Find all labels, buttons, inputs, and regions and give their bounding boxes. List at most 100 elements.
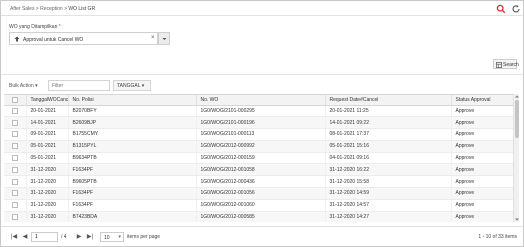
cell-request-date: 31-12-2020 15:58 — [325, 175, 452, 189]
required-mark: * — [58, 24, 61, 30]
table-row[interactable]: 31-12-2020 B9605PTB 1G0/WOG/2012-000436 … — [4, 175, 513, 189]
cell-tanggal: 31-12-2020 — [26, 175, 69, 189]
caret-down-icon: ▾ — [141, 83, 145, 89]
table-search-icon — [496, 62, 502, 68]
row-checkbox[interactable] — [4, 187, 27, 200]
cell-tanggal: 31-12-2020 — [26, 163, 69, 177]
row-checkbox[interactable] — [4, 199, 27, 212]
table-row[interactable]: 09-01-2021 B1755CMY 1G0/WOG/2101-000113 … — [4, 128, 513, 141]
table-row[interactable]: 31-12-2020 F1634PF 1G0/WOG/2012-001058 3… — [4, 163, 513, 177]
table-row[interactable]: 31-12-2020 F1634PF 1G0/WOG/2012-001060 3… — [4, 199, 513, 212]
chevron-down-icon — [162, 38, 167, 40]
cell-no-polisi: B1755CMY — [68, 128, 197, 141]
cell-tanggal: 05-01-2021 — [26, 140, 69, 153]
pager: |◀ ◀ / 4 ▶ ▶| 10 ▾ items per page 1 - 10… — [1, 226, 523, 246]
section-divider — [1, 74, 523, 75]
items-per-page-select[interactable]: 10 ▾ — [100, 232, 124, 242]
top-bar: After Sales > Reception > WO List GR — [1, 1, 523, 16]
table-row[interactable]: 14-01-2021 B2609BJP 1G0/WOG/2101-000196 … — [4, 116, 513, 130]
row-checkbox[interactable] — [4, 211, 27, 222]
column-header-request-date[interactable]: Request Date#Cancel — [325, 95, 452, 106]
cell-request-date: 14-01-2021 09:22 — [325, 116, 452, 130]
cell-request-date: 31-12-2020 14:27 — [325, 211, 452, 222]
breadcrumb-separator: > — [35, 6, 39, 12]
cell-tanggal: 20-01-2021 — [26, 105, 69, 118]
cell-tanggal: 31-12-2020 — [26, 211, 69, 222]
table-row[interactable]: 20-01-2021 B2070BFY 1G0/WOG/2101-000295 … — [4, 105, 513, 118]
cell-request-date: 31-12-2020 14:59 — [325, 187, 452, 200]
scroll-down-icon[interactable] — [514, 217, 520, 222]
cell-request-date: 04-01-2021 09:16 — [325, 152, 452, 165]
breadcrumb-item-after-sales[interactable]: After Sales — [10, 6, 34, 12]
table-row[interactable]: 31-12-2020 F1634PF 1G0/WOG/2012-001056 3… — [4, 187, 513, 200]
wo-list-table: TanggalWOCancel No. Polisi No. WO Reques… — [4, 94, 513, 222]
next-page-icon[interactable]: ▶ — [75, 233, 83, 241]
dropdown-toggle-button[interactable] — [158, 32, 170, 45]
column-header-status[interactable]: Status Approval — [451, 95, 513, 106]
breadcrumb-separator: > — [64, 6, 67, 12]
row-checkbox[interactable] — [4, 116, 27, 130]
bulk-action-menu[interactable]: Bulk Action ▾ — [7, 81, 45, 91]
cell-status: Approve — [451, 105, 513, 118]
breadcrumb-item-reception[interactable]: Reception — [40, 6, 63, 12]
cell-no-wo: 1G0/WOG/2012-001058 — [196, 163, 326, 177]
cell-no-wo: 1G0/WOG/2101-000196 — [196, 116, 326, 130]
cell-tanggal: 31-12-2020 — [26, 187, 69, 200]
items-per-page-label: items per page — [127, 234, 161, 240]
cell-no-polisi: B9634PTB — [68, 152, 197, 165]
row-checkbox[interactable] — [4, 105, 27, 118]
cell-no-wo: 1G0/WOG/2012-000159 — [196, 152, 326, 165]
caret-down-icon: ▾ — [35, 83, 38, 89]
search-button-label: Search — [503, 62, 519, 68]
cell-request-date: 05-01-2021 15:16 — [325, 140, 452, 153]
select-all-checkbox[interactable] — [4, 95, 27, 106]
wo-filter-label: WO yang Ditampilkan * — [9, 24, 61, 30]
last-page-icon[interactable]: ▶| — [86, 233, 94, 241]
grid-filter-input[interactable] — [48, 80, 110, 91]
column-header-no-wo[interactable]: No. WO — [196, 95, 326, 106]
breadcrumb-item-current: WO List GR — [68, 6, 96, 12]
first-page-icon[interactable]: |◀ — [10, 233, 18, 241]
column-filter-menu[interactable]: TANGGAL ▾ — [113, 80, 151, 91]
wo-filter-select[interactable]: Approval untuk Cancel WO × — [9, 32, 158, 45]
scroll-thumb[interactable] — [515, 100, 519, 138]
search-button[interactable]: Search — [493, 59, 519, 69]
table-scrollbar[interactable] — [513, 94, 519, 222]
row-checkbox[interactable] — [4, 163, 27, 177]
cell-tanggal: 31-12-2020 — [26, 199, 69, 212]
row-checkbox[interactable] — [4, 175, 27, 189]
cell-status: Approve — [451, 199, 513, 212]
cell-no-polisi: F1634PF — [68, 187, 197, 200]
cell-no-wo: 1G0/WOG/2101-000113 — [196, 128, 326, 141]
cell-no-polisi: B1315PYL — [68, 140, 197, 153]
cell-tanggal: 14-01-2021 — [26, 116, 69, 130]
breadcrumb: After Sales > Reception > WO List GR — [10, 6, 95, 12]
table-row[interactable]: 05-01-2021 B9634PTB 1G0/WOG/2012-000159 … — [4, 152, 513, 165]
prev-page-icon[interactable]: ◀ — [21, 233, 29, 241]
search-icon[interactable] — [496, 4, 506, 14]
column-header-tanggal[interactable]: TanggalWOCancel — [26, 95, 69, 106]
cell-no-polisi: B2609BJP — [68, 116, 197, 130]
row-checkbox[interactable] — [4, 128, 27, 141]
cell-no-wo: 1G0/WOG/2012-000585 — [196, 211, 326, 222]
row-checkbox[interactable] — [4, 152, 27, 165]
table-row[interactable]: 05-01-2021 B1315PYL 1G0/WOG/2012-000992 … — [4, 140, 513, 153]
refresh-icon[interactable] — [511, 4, 521, 14]
column-header-no-polisi[interactable]: No. Polisi — [68, 95, 197, 106]
scroll-up-icon[interactable] — [514, 94, 520, 99]
clear-icon[interactable]: × — [151, 35, 155, 41]
cell-tanggal: 05-01-2021 — [26, 152, 69, 165]
pager-info: 1 - 10 of 33 items — [478, 234, 517, 240]
page-number-input[interactable] — [31, 232, 58, 242]
cell-status: Approve — [451, 211, 513, 222]
cell-no-polisi: F1634PF — [68, 199, 197, 212]
cell-status: Approve — [451, 128, 513, 141]
table-row[interactable]: 31-12-2020 B7423BDA 1G0/WOG/2012-000585 … — [4, 211, 513, 222]
cell-no-polisi: B9605PTB — [68, 175, 197, 189]
cell-status: Approve — [451, 163, 513, 177]
cell-no-wo: 1G0/WOG/2012-001056 — [196, 187, 326, 200]
page-count: / 4 — [61, 234, 67, 240]
cell-no-wo: 1G0/WOG/2012-000436 — [196, 175, 326, 189]
row-checkbox[interactable] — [4, 140, 27, 153]
cell-no-polisi: F1634PF — [68, 163, 197, 177]
